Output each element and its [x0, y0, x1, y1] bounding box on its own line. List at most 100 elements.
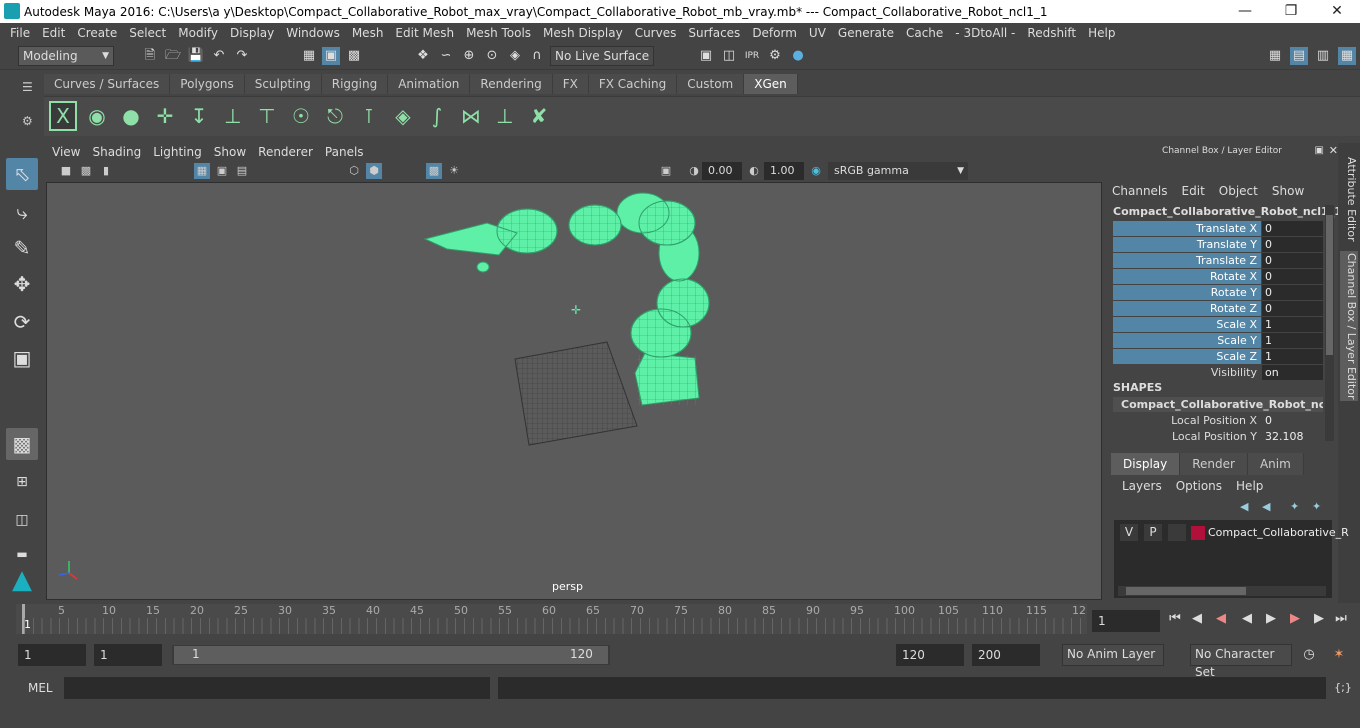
shelf-tab-animation[interactable]: Animation	[388, 74, 471, 94]
anim-prefs-icon[interactable]: ✶	[1330, 646, 1348, 664]
menu-modify[interactable]: Modify	[172, 26, 224, 40]
channel-translate-z[interactable]: Translate Z0	[1113, 253, 1323, 268]
scale-tool-icon[interactable]: ▣	[6, 342, 38, 374]
channel-rotate-z[interactable]: Rotate Z0	[1113, 301, 1323, 316]
menu-help[interactable]: Help	[1082, 26, 1121, 40]
render-view-icon[interactable]: ▣	[697, 47, 715, 65]
shape-node-name[interactable]: Compact_Collaborative_Robot_ncl1_...	[1113, 397, 1323, 412]
range-slider-handle[interactable]	[174, 646, 608, 664]
go-to-start-icon[interactable]: ⏮	[1166, 610, 1184, 628]
menu-edit[interactable]: Edit	[36, 26, 71, 40]
two-view-icon[interactable]: ◫	[6, 504, 38, 536]
close-window-button[interactable]: ✕	[1314, 0, 1360, 23]
channel-box-scrollbar[interactable]	[1325, 205, 1334, 441]
move-layer-up-icon[interactable]: ◀	[1240, 500, 1248, 513]
mode-dropdown[interactable]: Modeling ▼	[18, 46, 114, 66]
select-component-icon[interactable]: ▩	[345, 47, 363, 65]
shelf-tab-xgen[interactable]: XGen	[744, 74, 798, 94]
layer-menu-options[interactable]: Options	[1176, 479, 1222, 493]
workspace-icon[interactable]: ▦	[1266, 47, 1284, 65]
select-hierarchy-icon[interactable]: ▦	[300, 47, 318, 65]
channel-translate-x[interactable]: Translate X0	[1113, 221, 1323, 236]
menu-mesh[interactable]: Mesh	[346, 26, 390, 40]
script-editor-icon[interactable]: {;}	[1334, 679, 1352, 697]
live-surface-field[interactable]: No Live Surface	[550, 46, 654, 66]
layer-name[interactable]: Compact_Collaborative_R	[1208, 524, 1349, 541]
current-frame-field[interactable]: 1	[1092, 610, 1160, 632]
xgen-lock-icon[interactable]: ⎋	[321, 101, 349, 131]
select-object-icon[interactable]: ▣	[322, 47, 340, 65]
xgen-editor-icon[interactable]: X	[49, 101, 77, 131]
magnet-icon[interactable]: ∩	[528, 47, 546, 65]
menu-surfaces[interactable]: Surfaces	[682, 26, 746, 40]
xgen-description-icon[interactable]: ●	[117, 101, 145, 131]
channel-scale-x[interactable]: Scale X1	[1113, 317, 1323, 332]
undo-icon[interactable]: ↶	[210, 47, 228, 65]
channel-rotate-y[interactable]: Rotate Y0	[1113, 285, 1323, 300]
end-time-field[interactable]: 200	[972, 644, 1040, 666]
layer-tab-display[interactable]: Display	[1111, 453, 1181, 475]
next-key-icon[interactable]: ▶	[1286, 610, 1304, 628]
channel-scale-z[interactable]: Scale Z1	[1113, 349, 1323, 364]
exposure-icon[interactable]: ◑	[686, 163, 702, 179]
shelf-menu-icon[interactable]: ☰	[22, 80, 33, 94]
anim-layer-dropdown[interactable]: No Anim Layer	[1062, 644, 1164, 666]
menu-mesh-tools[interactable]: Mesh Tools	[460, 26, 537, 40]
four-view-icon[interactable]: ⊞	[6, 466, 38, 498]
panel-menu-lighting[interactable]: Lighting	[153, 145, 202, 159]
layer-color-swatch[interactable]	[1191, 526, 1205, 540]
select-tool-icon[interactable]: ⬁	[6, 158, 38, 190]
channel-rotate-x[interactable]: Rotate X0	[1113, 269, 1323, 284]
menu-edit-mesh[interactable]: Edit Mesh	[389, 26, 460, 40]
xgen-sculpt-icon[interactable]: ⊥	[219, 101, 247, 131]
shelf-tab-rendering[interactable]: Rendering	[470, 74, 553, 94]
toggle-outliner-icon[interactable]: ▤	[1290, 47, 1308, 65]
panel-menu-show[interactable]: Show	[214, 145, 246, 159]
resolution-gate-icon[interactable]: ▤	[234, 163, 250, 179]
gamma-icon[interactable]: ◐	[746, 163, 762, 179]
menu-3dtoall[interactable]: - 3DtoAll -	[949, 26, 1021, 40]
render-settings-icon[interactable]: ⚙	[766, 47, 784, 65]
xgen-comb-icon[interactable]: ⋈	[457, 101, 485, 131]
toggle-channel-box-icon[interactable]: ▦	[1338, 47, 1356, 65]
maya-home-icon[interactable]: ▲	[6, 564, 38, 596]
close-panel-icon[interactable]: ✕	[1329, 143, 1338, 159]
panel-menu-renderer[interactable]: Renderer	[258, 145, 313, 159]
render-frame-icon[interactable]: ◫	[720, 47, 738, 65]
channel-scale-y[interactable]: Scale Y1	[1113, 333, 1323, 348]
xgen-preview-icon[interactable]: ◉	[83, 101, 111, 131]
layer-type-toggle[interactable]	[1168, 524, 1186, 541]
menu-deform[interactable]: Deform	[746, 26, 803, 40]
xgen-place-guide-icon[interactable]: ↧	[185, 101, 213, 131]
maximize-button[interactable]: ❐	[1268, 0, 1314, 23]
play-backward-icon[interactable]: ◀	[1238, 610, 1256, 628]
colorspace-dropdown[interactable]: sRGB gamma ▼	[828, 162, 968, 180]
shape-local-position-y[interactable]: Local Position Y 32.108	[1113, 429, 1323, 444]
range-slider[interactable]: 1 120	[172, 645, 610, 665]
float-panel-icon[interactable]: ▣	[1315, 143, 1324, 159]
selected-object-name[interactable]: Compact_Collaborative_Robot_ncl1_1	[1113, 205, 1342, 218]
xgen-visibility-icon[interactable]: ☉	[287, 101, 315, 131]
shelf-tab-rigging[interactable]: Rigging	[321, 74, 389, 94]
layer-list-hscrollbar[interactable]	[1118, 586, 1326, 596]
shape-local-position-x[interactable]: Local Position X0	[1113, 413, 1323, 428]
textured-icon[interactable]: ▩	[426, 163, 442, 179]
move-layer-down-icon[interactable]: ◀	[1262, 500, 1270, 513]
prev-key-icon[interactable]: ◀	[1212, 610, 1230, 628]
layer-menu-layers[interactable]: Layers	[1122, 479, 1162, 493]
menu-uv[interactable]: UV	[803, 26, 832, 40]
rotate-tool-icon[interactable]: ⟳	[6, 306, 38, 338]
shelf-tab-polygons[interactable]: Polygons	[170, 74, 245, 94]
snap-live-icon[interactable]: ◈	[506, 47, 524, 65]
menu-curves[interactable]: Curves	[629, 26, 683, 40]
move-tool-icon[interactable]: ✥	[6, 268, 38, 300]
shelf-settings-icon[interactable]: ⚙	[22, 114, 33, 128]
xgen-grass-icon[interactable]: ⊺	[355, 101, 383, 131]
open-scene-icon[interactable]: 🗁	[164, 47, 182, 65]
layer-tab-render[interactable]: Render	[1180, 453, 1248, 475]
menu-generate[interactable]: Generate	[832, 26, 900, 40]
redo-icon[interactable]: ↷	[233, 47, 251, 65]
channel-translate-y[interactable]: Translate Y0	[1113, 237, 1323, 252]
snap-grid-icon[interactable]: ❖	[414, 47, 432, 65]
viewport-persp[interactable]: ✛ persp	[46, 182, 1102, 600]
